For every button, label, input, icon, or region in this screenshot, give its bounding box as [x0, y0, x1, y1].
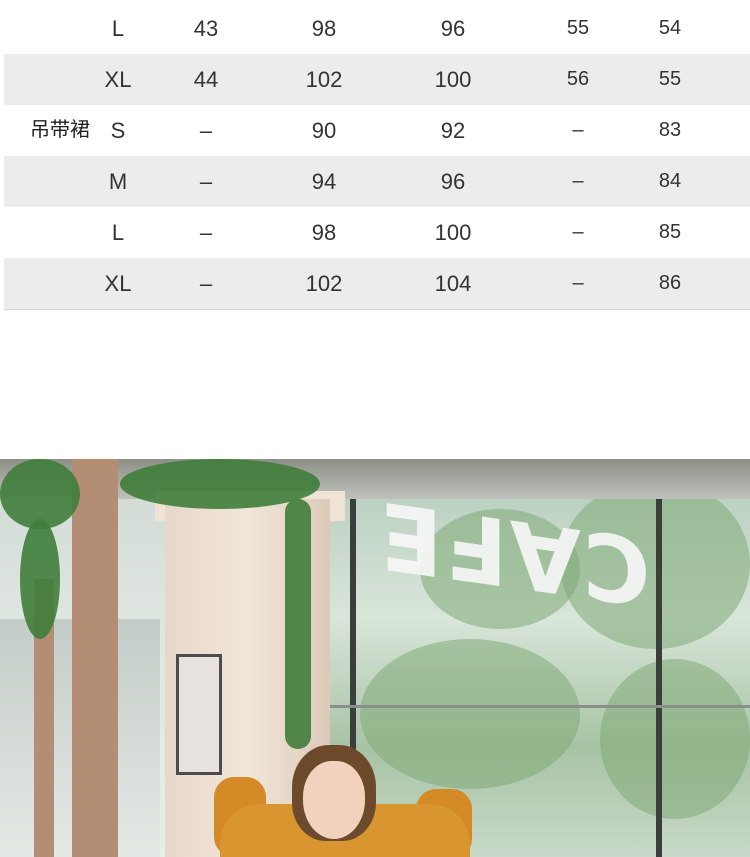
- value-cell: 83: [658, 119, 682, 141]
- value-cell: 55: [658, 68, 682, 90]
- ivy-vine: [285, 499, 311, 749]
- value-cell: 100: [434, 220, 472, 245]
- value-cell: 96: [440, 16, 466, 41]
- size-cell: M: [108, 169, 128, 194]
- ivy-vine: [20, 519, 60, 639]
- size-table: L 43 98 96 55 54 XL 44 102 100 56 55 吊带裙…: [4, 3, 750, 310]
- tree-foliage: [600, 659, 750, 819]
- value-cell: 102: [305, 271, 343, 296]
- wood-beam: [72, 459, 118, 857]
- value-cell: –: [199, 169, 213, 194]
- value-cell: 102: [305, 67, 343, 92]
- value-cell: 98: [311, 16, 337, 41]
- value-cell: –: [199, 271, 213, 296]
- table-row: L – 98 100 – 85: [4, 207, 750, 258]
- wall-frame: [176, 654, 222, 775]
- value-cell: 96: [440, 169, 466, 194]
- tree-foliage: [360, 639, 580, 789]
- value-cell: 43: [193, 16, 219, 41]
- value-cell: 90: [311, 118, 337, 143]
- value-cell: 44: [193, 67, 219, 92]
- size-cell: S: [110, 118, 126, 143]
- value-cell: 54: [658, 17, 682, 39]
- value-cell: 86: [658, 272, 682, 294]
- table-row: M – 94 96 – 84: [4, 156, 750, 207]
- value-cell: 55: [566, 17, 590, 39]
- value-cell: 98: [311, 220, 337, 245]
- value-cell: 85: [658, 221, 682, 243]
- value-cell: –: [572, 221, 584, 243]
- value-cell: 92: [440, 118, 466, 143]
- group-label: 吊带裙: [30, 117, 90, 141]
- product-photo: CAFE: [0, 459, 750, 857]
- value-cell: –: [572, 170, 584, 192]
- value-cell: 94: [311, 169, 337, 194]
- value-cell: 56: [566, 68, 590, 90]
- value-cell: –: [199, 220, 213, 245]
- window-rail: [330, 705, 750, 708]
- model-face: [303, 761, 365, 839]
- value-cell: –: [572, 119, 584, 141]
- value-cell: 104: [434, 271, 472, 296]
- value-cell: –: [572, 272, 584, 294]
- table-row: XL – 102 104 – 86: [4, 258, 750, 310]
- value-cell: –: [199, 118, 213, 143]
- value-cell: 84: [658, 170, 682, 192]
- table-row: L 43 98 96 55 54: [4, 3, 750, 54]
- value-cell: 100: [434, 67, 472, 92]
- size-cell: XL: [104, 67, 132, 92]
- window-mullion: [656, 479, 662, 857]
- size-cell: L: [111, 16, 125, 41]
- size-cell: XL: [104, 271, 132, 296]
- size-cell: L: [111, 220, 125, 245]
- table-row: 吊带裙 S – 90 92 – 83: [4, 105, 750, 156]
- table-row: XL 44 102 100 56 55: [4, 54, 750, 105]
